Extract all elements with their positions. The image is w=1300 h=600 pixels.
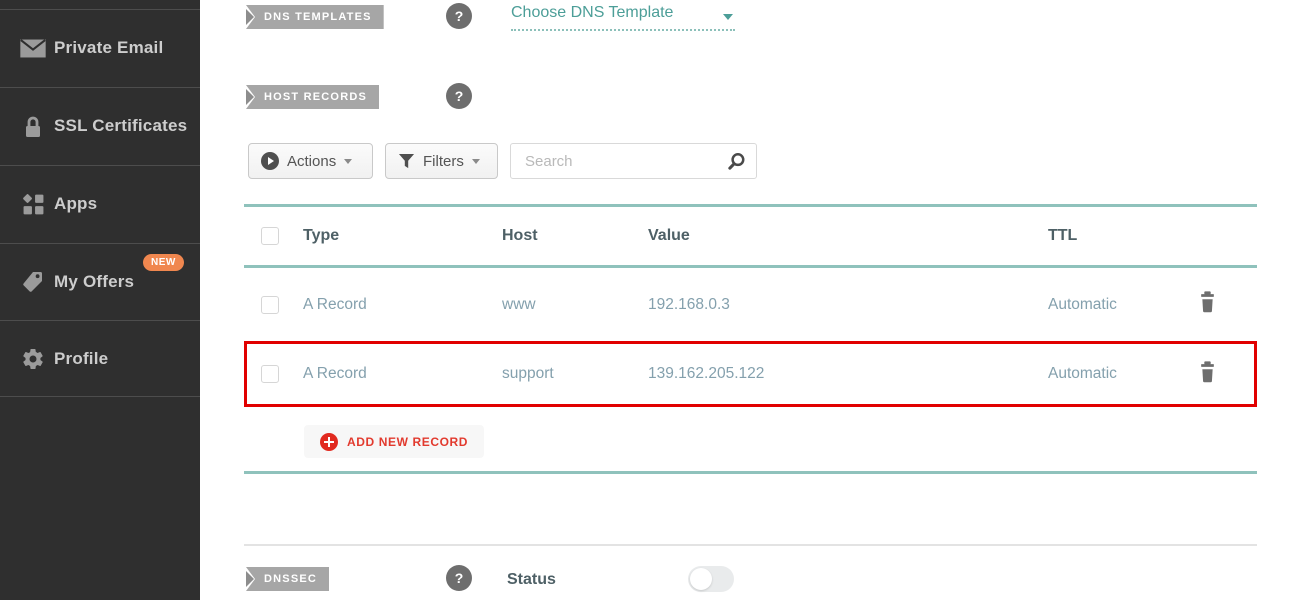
cell-type: A Record [303, 365, 502, 383]
apps-grid-icon [20, 193, 46, 216]
sidebar-divider [0, 396, 200, 397]
cell-value: 139.162.205.122 [648, 365, 1048, 383]
table-header-row: Type Host Value TTL [244, 207, 1257, 265]
funnel-icon [398, 153, 415, 170]
cell-ttl: Automatic [1048, 296, 1188, 314]
sidebar-item-my-offers[interactable]: My Offers NEW [0, 243, 200, 320]
play-circle-icon [261, 152, 279, 170]
host-records-help-icon[interactable]: ? [446, 83, 472, 109]
toggle-knob [690, 568, 712, 590]
add-new-record-label: ADD NEW RECORD [347, 435, 468, 449]
host-records-table: Type Host Value TTL A Record www 192.168… [244, 204, 1257, 407]
sidebar-item-apps[interactable]: Apps [0, 165, 200, 242]
host-records-badge-label: HOST RECORDS [246, 85, 379, 109]
chevron-down-icon [723, 14, 733, 20]
section-divider-gray [244, 544, 1257, 546]
actions-button-label: Actions [287, 153, 336, 170]
filters-button[interactable]: Filters [385, 143, 498, 179]
header-ttl: TTL [1048, 227, 1188, 245]
dnssec-toggle[interactable] [688, 566, 734, 592]
row-checkbox[interactable] [261, 365, 279, 383]
cell-type: A Record [303, 296, 502, 314]
envelope-icon [20, 39, 46, 58]
sidebar-item-label: My Offers [54, 272, 134, 292]
dns-template-dropdown[interactable]: Choose DNS Template [511, 4, 735, 31]
search-input[interactable] [511, 144, 716, 178]
header-host: Host [502, 227, 648, 245]
sidebar-item-profile[interactable]: Profile [0, 320, 200, 397]
trash-icon[interactable] [1198, 361, 1217, 388]
dnssec-status-label: Status [507, 571, 556, 589]
ribbon-arrow-icon [246, 571, 254, 587]
dns-template-dropdown-value: Choose DNS Template [511, 4, 673, 21]
tag-icon [20, 270, 46, 294]
table-row: A Record www 192.168.0.3 Automatic [244, 268, 1257, 341]
plus-circle-icon [320, 433, 338, 451]
sidebar-item-label: Private Email [54, 38, 163, 58]
dns-templates-badge: DNS TEMPLATES [246, 5, 384, 29]
sidebar-item-label: SSL Certificates [54, 116, 187, 136]
trash-icon[interactable] [1198, 291, 1217, 318]
cell-host: www [502, 296, 648, 314]
table-row-highlighted: A Record support 139.162.205.122 Automat… [244, 341, 1257, 407]
search-icon[interactable] [727, 152, 746, 176]
dns-management-page: Private Email SSL Certificates Apps My O… [0, 0, 1300, 600]
chevron-down-icon [472, 159, 480, 164]
filters-button-label: Filters [423, 153, 464, 170]
lock-icon [20, 115, 46, 138]
row-checkbox[interactable] [261, 296, 279, 314]
select-all-checkbox[interactable] [261, 227, 279, 245]
cell-ttl: Automatic [1048, 365, 1188, 383]
cell-value: 192.168.0.3 [648, 296, 1048, 314]
dns-templates-help-icon[interactable]: ? [446, 3, 472, 29]
sidebar-item-private-email[interactable]: Private Email [0, 9, 200, 86]
sidebar-item-ssl-certificates[interactable]: SSL Certificates [0, 87, 200, 164]
ribbon-arrow-icon [246, 89, 254, 105]
add-new-record-button[interactable]: ADD NEW RECORD [304, 425, 484, 458]
sidebar: Private Email SSL Certificates Apps My O… [0, 0, 200, 600]
section-divider-teal [244, 471, 1257, 474]
chevron-down-icon [344, 159, 352, 164]
dnssec-help-icon[interactable]: ? [446, 565, 472, 591]
actions-button[interactable]: Actions [248, 143, 373, 179]
ribbon-arrow-icon [246, 9, 254, 25]
host-records-badge: HOST RECORDS [246, 85, 379, 109]
sidebar-item-label: Profile [54, 349, 108, 369]
gear-icon [20, 347, 46, 371]
dns-templates-badge-label: DNS TEMPLATES [246, 5, 384, 29]
header-type: Type [303, 227, 502, 245]
dnssec-badge: DNSSEC [246, 567, 329, 591]
dnssec-badge-label: DNSSEC [246, 567, 329, 591]
sidebar-item-label: Apps [54, 194, 97, 214]
search-box [510, 143, 757, 179]
new-badge: NEW [143, 254, 184, 271]
cell-host: support [502, 365, 648, 383]
header-value: Value [648, 227, 1048, 245]
